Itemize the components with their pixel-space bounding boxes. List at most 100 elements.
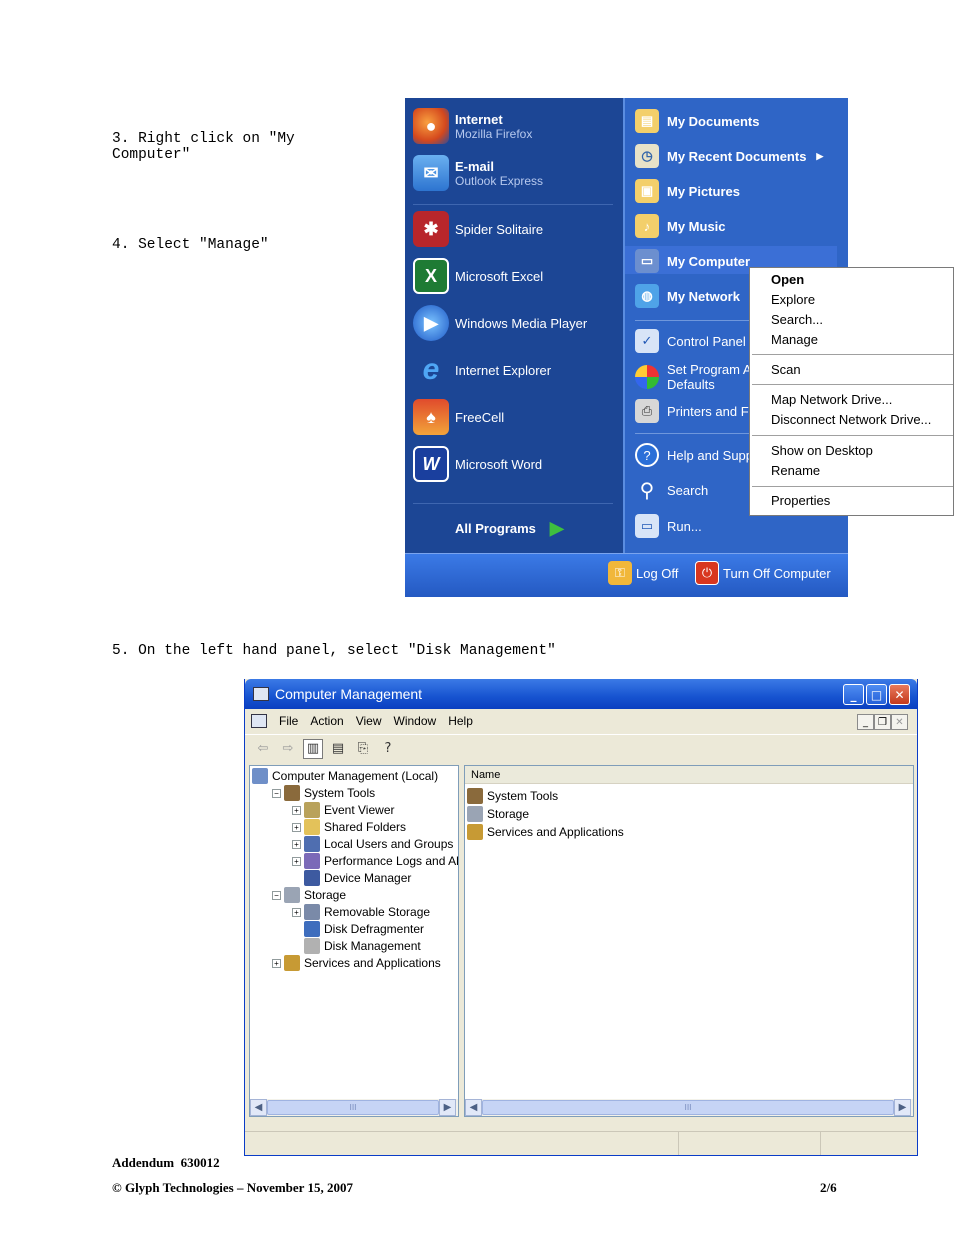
printers-item[interactable]: ⎙ Printers and Fa — [635, 399, 756, 423]
context-manage[interactable]: Manage — [771, 332, 818, 347]
properties-icon[interactable]: ▤ — [328, 739, 348, 759]
maximize-button[interactable]: □ — [866, 684, 887, 705]
expand-icon[interactable]: + — [292, 839, 301, 849]
list-item-icon — [467, 806, 483, 822]
context-explore[interactable]: Explore — [771, 292, 815, 307]
tree-item[interactable]: Device Manager — [292, 870, 411, 886]
context-properties[interactable]: Properties — [771, 493, 830, 508]
tree-node-icon — [304, 819, 320, 835]
forward-arrow-icon[interactable]: ⇨ — [278, 739, 298, 759]
scroll-thumb[interactable]: III — [267, 1100, 439, 1115]
tree-item[interactable]: Disk Management — [292, 938, 421, 954]
tree-node-icon — [284, 955, 300, 971]
log-off-label: Log Off — [636, 565, 679, 581]
pinned-email[interactable]: ✉ E-mail Outlook Express — [413, 155, 543, 191]
my-music-item[interactable]: ♪ My Music — [635, 214, 726, 238]
tree-item[interactable]: + Removable Storage — [292, 904, 430, 920]
recent-spider-solitaire[interactable]: ✱ Spider Solitaire — [413, 211, 543, 247]
expand-icon[interactable]: + — [292, 805, 301, 815]
pinned-internet-sub: Mozilla Firefox — [455, 126, 533, 141]
tree-item[interactable]: + Local Users and Groups — [292, 836, 453, 852]
menu-action[interactable]: Action — [310, 714, 343, 728]
context-map-drive[interactable]: Map Network Drive... — [771, 392, 892, 407]
my-recent-documents-item[interactable]: ◷ My Recent Documents ▶ — [635, 144, 823, 168]
pinned-internet[interactable]: ● Internet Mozilla Firefox — [413, 108, 532, 144]
my-pictures-item[interactable]: ▣ My Pictures — [635, 179, 740, 203]
window-title-bar[interactable]: Computer Management _ □ ✕ — [245, 679, 917, 709]
context-show-desktop[interactable]: Show on Desktop — [771, 443, 873, 458]
tree-item[interactable]: − Storage — [272, 887, 346, 903]
tree-item-label: Performance Logs and Alerts — [324, 854, 459, 868]
scroll-right-button[interactable]: ▶ — [894, 1099, 911, 1116]
expand-icon[interactable]: + — [292, 822, 301, 832]
expand-icon[interactable]: + — [292, 856, 301, 866]
expand-icon[interactable]: + — [292, 907, 301, 917]
tree-node-icon — [304, 904, 320, 920]
tree-item[interactable]: + Shared Folders — [292, 819, 406, 835]
recent-word[interactable]: W Microsoft Word — [413, 446, 542, 482]
list-item[interactable]: Storage — [467, 806, 529, 822]
recent-excel[interactable]: X Microsoft Excel — [413, 258, 543, 294]
search-label: Search — [667, 482, 709, 498]
run-item[interactable]: ▭ Run... — [635, 514, 702, 538]
scroll-left-button[interactable]: ◀ — [465, 1099, 482, 1116]
tree-item[interactable]: + Services and Applications — [272, 955, 441, 971]
context-scan[interactable]: Scan — [771, 362, 801, 377]
my-documents-item[interactable]: ▤ My Documents — [635, 109, 759, 133]
context-search[interactable]: Search... — [771, 312, 823, 327]
firefox-icon: ● — [413, 108, 449, 144]
printers-label: Printers and Fa — [667, 403, 756, 419]
recent-freecell[interactable]: ♠ FreeCell — [413, 399, 504, 435]
back-arrow-icon[interactable]: ⇦ — [253, 739, 273, 759]
tree-horizontal-scrollbar[interactable]: ◀ III ▶ — [250, 1099, 458, 1116]
menu-window[interactable]: Window — [394, 714, 437, 728]
context-separator — [752, 384, 953, 385]
scroll-left-button[interactable]: ◀ — [250, 1099, 267, 1116]
tree-item-label: Removable Storage — [324, 905, 431, 919]
mdi-restore-button[interactable]: ❐ — [874, 714, 891, 730]
search-item[interactable]: ⚲ Search — [635, 478, 709, 502]
tree-item[interactable]: Disk Defragmenter — [292, 921, 424, 937]
menu-file[interactable]: File — [279, 714, 298, 728]
tree-item[interactable]: Computer Management (Local) — [252, 768, 438, 784]
all-programs-button[interactable]: All Programs ▶ — [455, 518, 564, 539]
set-program-item[interactable]: Set Program A Defaults — [635, 362, 752, 392]
run-icon: ▭ — [635, 514, 659, 538]
log-off-button[interactable]: ⚿ Log Off — [608, 561, 678, 585]
details-horizontal-scrollbar[interactable]: ◀ III ▶ — [465, 1099, 913, 1116]
minimize-button[interactable]: _ — [843, 684, 864, 705]
collapse-icon[interactable]: − — [272, 890, 281, 900]
set-program-label-2: Defaults — [667, 377, 715, 392]
turn-off-button[interactable]: ⏻ Turn Off Computer — [695, 561, 831, 585]
recent-internet-explorer[interactable]: e Internet Explorer — [413, 352, 551, 388]
tree-item[interactable]: + Event Viewer — [292, 802, 394, 818]
tree-item[interactable]: − System Tools — [272, 785, 375, 801]
my-pictures-label: My Pictures — [667, 183, 740, 199]
context-open[interactable]: Open — [771, 272, 804, 287]
recent-media-player[interactable]: ▶ Windows Media Player — [413, 305, 587, 341]
menu-view[interactable]: View — [356, 714, 382, 728]
column-header-name[interactable]: Name — [465, 766, 913, 784]
tree-item-label: System Tools — [304, 786, 376, 800]
menu-help[interactable]: Help — [448, 714, 473, 728]
list-item[interactable]: Services and Applications — [467, 824, 624, 840]
context-disconnect-drive[interactable]: Disconnect Network Drive... — [771, 412, 931, 427]
export-list-icon[interactable]: ⎘ — [353, 739, 373, 759]
help-item[interactable]: ? Help and Supp — [635, 443, 753, 467]
show-hide-tree-icon[interactable]: ▥ — [303, 738, 323, 759]
mdi-minimize-button[interactable]: _ — [857, 714, 874, 730]
tree-item[interactable]: + Performance Logs and Alerts — [292, 853, 459, 869]
help-icon[interactable]: ? — [378, 739, 398, 759]
my-computer-item[interactable]: ▭ My Computer — [635, 249, 750, 273]
collapse-icon[interactable]: − — [272, 788, 281, 798]
close-button[interactable]: ✕ — [889, 684, 910, 705]
list-item[interactable]: System Tools — [467, 788, 558, 804]
scroll-right-button[interactable]: ▶ — [439, 1099, 456, 1116]
control-panel-item[interactable]: ✓ Control Panel — [635, 329, 746, 353]
recent-label: Spider Solitaire — [455, 221, 544, 237]
scroll-thumb[interactable]: III — [482, 1100, 894, 1115]
context-rename[interactable]: Rename — [771, 463, 820, 478]
expand-icon[interactable]: + — [272, 958, 281, 968]
mdi-close-button[interactable]: ✕ — [891, 714, 908, 730]
my-network-item[interactable]: ◍ My Network — [635, 284, 740, 308]
